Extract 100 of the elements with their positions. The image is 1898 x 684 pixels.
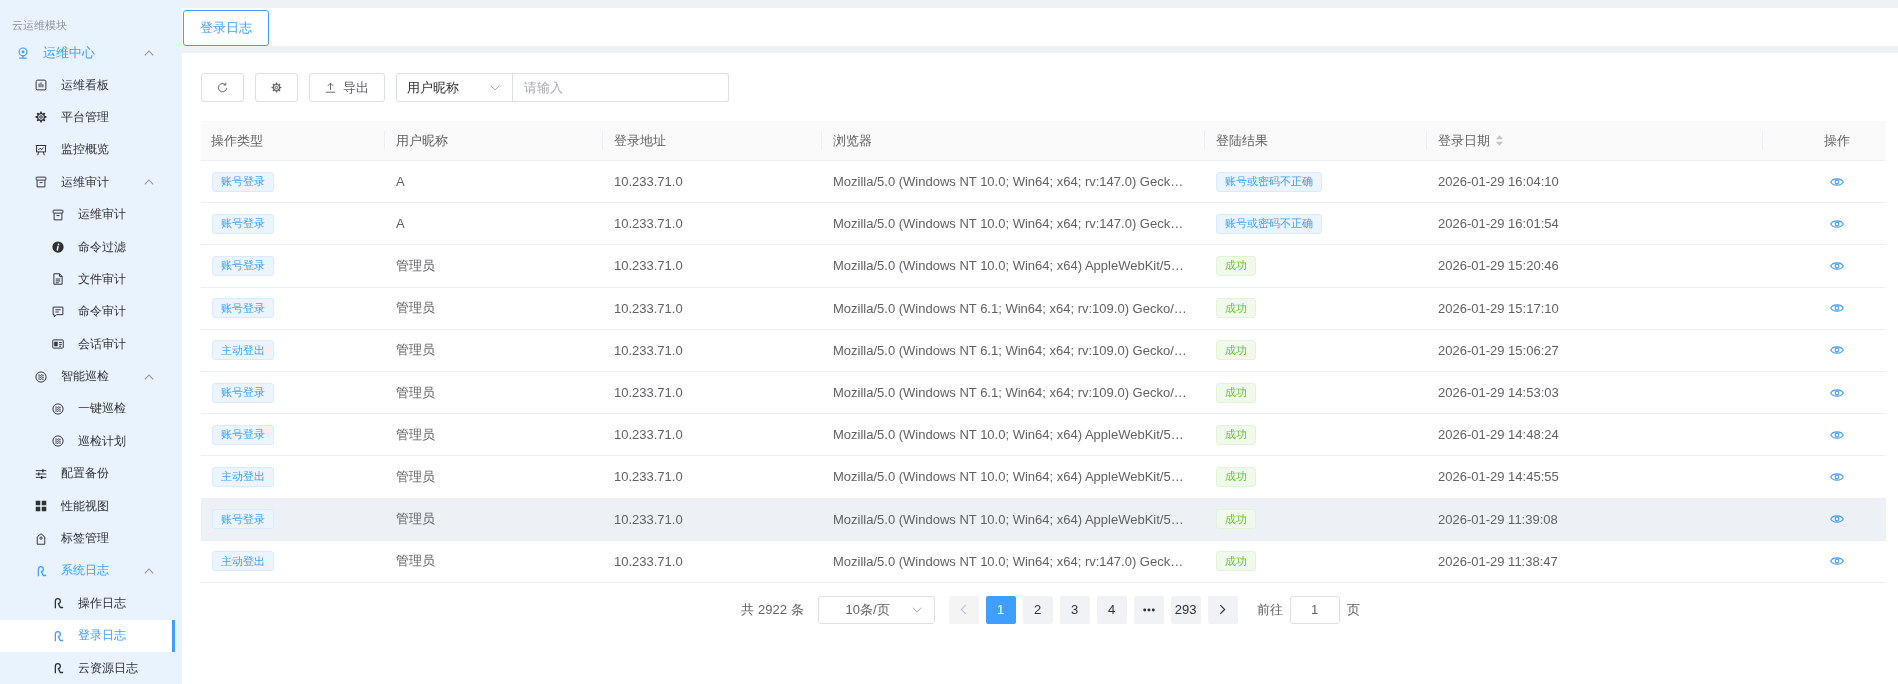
upload-icon — [325, 82, 336, 93]
table-cell-text: A — [395, 173, 406, 192]
table-cell-text: 2026-01-29 16:01:54 — [1437, 215, 1560, 234]
table-cell-text: Mozilla/5.0 (Windows NT 6.1; Win64; x64; rv:109.0) Gecko/… — [832, 384, 1188, 403]
jump-label: 前往 — [1256, 600, 1283, 619]
table-cell-text: 10.233.71.0 — [613, 215, 684, 234]
wave-circle-icon — [35, 370, 47, 383]
more-icon — [1142, 607, 1155, 612]
menu-item[interactable]: 监控概览 — [0, 133, 175, 167]
table-cell-text: Mozilla/5.0 (Windows NT 10.0; Win64; x64; rv:147.0) Geck… — [832, 215, 1185, 234]
eye-icon[interactable] — [1830, 556, 1844, 567]
page-suffix: 页 — [1346, 600, 1360, 619]
hook-icon — [35, 564, 47, 577]
result-tag: 成功 — [1216, 298, 1256, 319]
menu-item[interactable]: 一键巡检 — [0, 392, 175, 426]
tag-icon — [35, 532, 47, 545]
eye-icon[interactable] — [1830, 471, 1844, 482]
page-button[interactable]: 4 — [1096, 595, 1127, 624]
eye-icon[interactable] — [1830, 387, 1844, 398]
table-cell-text: Mozilla/5.0 (Windows NT 10.0; Win64; x64) AppleWebKit/5… — [832, 257, 1185, 276]
refresh-button[interactable] — [201, 73, 244, 102]
menu-item[interactable]: 文件审计 — [0, 263, 175, 296]
menu-item[interactable]: 命令过滤 — [0, 230, 175, 264]
column-header: 用户昵称 — [384, 121, 602, 160]
table-cell-text: 2026-01-29 14:45:55 — [1437, 468, 1560, 487]
menu-item[interactable]: 智能巡检 — [0, 360, 175, 393]
next-page-button[interactable] — [1207, 595, 1238, 624]
hook-icon — [52, 629, 64, 642]
search-field[interactable]: 请输入 — [513, 73, 729, 102]
type-tag: 主动登出 — [212, 340, 274, 361]
menu-item[interactable]: 性能视图 — [0, 489, 175, 523]
result-tag: 账号或密码不正确 — [1216, 171, 1322, 192]
menu-item[interactable]: 会话审计 — [0, 328, 175, 361]
table-cell-text: 10.233.71.0 — [613, 468, 684, 487]
presentation-chart-icon — [35, 143, 47, 156]
webcam-icon — [17, 46, 29, 59]
menu-item[interactable]: 命令审计 — [0, 295, 175, 328]
page-size-select[interactable]: 10条/页 — [817, 595, 935, 624]
menu-item[interactable]: 运维审计 — [0, 166, 175, 199]
table-cell-text: 10.233.71.0 — [613, 299, 684, 318]
table-cell-text: 2026-01-29 14:48:24 — [1437, 426, 1560, 445]
table-cell-text: Mozilla/5.0 (Windows NT 10.0; Win64; x64) AppleWebKit/5… — [832, 468, 1185, 487]
table-cell-text: 2026-01-29 15:06:27 — [1437, 341, 1560, 360]
result-tag: 成功 — [1216, 551, 1256, 572]
menu-item[interactable]: 配置备份 — [0, 457, 175, 490]
menu-item[interactable]: 运维看板 — [0, 68, 175, 102]
table-cell-text: 2026-01-29 11:39:08 — [1437, 510, 1559, 529]
table-cell-text: 管理员 — [395, 510, 436, 529]
dashboard-icon — [35, 79, 47, 92]
result-tag: 成功 — [1216, 509, 1256, 530]
table-cell-text: Mozilla/5.0 (Windows NT 10.0; Win64; x64) AppleWebKit/5… — [832, 426, 1185, 445]
page-button[interactable]: 2 — [1022, 595, 1053, 624]
table-cell-text: Mozilla/5.0 (Windows NT 10.0; Win64; x64) AppleWebKit/5… — [832, 510, 1185, 529]
archive-box-icon — [52, 208, 64, 221]
table-cell-text: 10.233.71.0 — [613, 426, 684, 445]
table-cell-text: 管理员 — [395, 299, 436, 318]
wave-circle-icon — [52, 403, 64, 415]
eye-icon[interactable] — [1830, 345, 1844, 356]
chevron-left-icon — [960, 604, 968, 616]
sliders-icon — [35, 467, 47, 480]
column-header[interactable]: 登录日期 — [1426, 121, 1762, 160]
menu-item[interactable]: 巡检计划 — [0, 425, 175, 458]
type-tag: 账号登录 — [212, 171, 274, 192]
table-cell-text: Mozilla/5.0 (Windows NT 6.1; Win64; x64; rv:109.0) Gecko/… — [832, 341, 1188, 360]
column-header: 操作 — [1762, 121, 1886, 160]
chevron-down-icon — [911, 606, 922, 613]
table-cell-text: 2026-01-29 14:53:03 — [1437, 384, 1560, 403]
page-input[interactable]: 1 — [1289, 595, 1340, 624]
eye-icon[interactable] — [1830, 514, 1844, 525]
table-cell-text: 10.233.71.0 — [613, 341, 684, 360]
id-card-icon — [52, 338, 64, 351]
eye-icon[interactable] — [1830, 429, 1844, 440]
result-tag: 账号或密码不正确 — [1216, 213, 1322, 234]
table-cell-text: 10.233.71.0 — [613, 510, 684, 529]
eye-icon[interactable] — [1830, 260, 1844, 271]
menu-item[interactable]: 标签管理 — [0, 522, 175, 555]
type-tag: 账号登录 — [212, 382, 274, 403]
page-button[interactable]: 293 — [1170, 595, 1201, 624]
result-tag: 成功 — [1216, 424, 1256, 445]
eye-icon[interactable] — [1830, 176, 1844, 187]
type-tag: 账号登录 — [212, 509, 274, 530]
menu-item[interactable]: 平台管理 — [0, 101, 175, 134]
hook-icon — [52, 662, 64, 675]
type-tag: 账号登录 — [212, 424, 274, 445]
column-header: 登陆结果 — [1204, 121, 1426, 160]
export-button[interactable]: 导出 — [309, 73, 385, 102]
eye-icon[interactable] — [1830, 218, 1844, 229]
table-cell-text: 管理员 — [395, 552, 436, 571]
settings-button[interactable] — [255, 73, 298, 102]
column-header: 操作类型 — [210, 131, 264, 150]
menu-item[interactable]: 运维审计 — [0, 198, 175, 231]
more-pages-button[interactable] — [1133, 595, 1164, 624]
table-cell-text: 管理员 — [395, 425, 436, 444]
field-select[interactable]: 用户昵称 — [396, 73, 513, 102]
table-cell-text: A — [395, 215, 406, 234]
menu-item[interactable]: 操作日志 — [0, 587, 175, 620]
page-button[interactable]: 3 — [1059, 595, 1090, 624]
result-tag: 成功 — [1216, 340, 1256, 361]
menu-item[interactable]: 云资源日志 — [0, 651, 175, 684]
eye-icon[interactable] — [1830, 303, 1844, 314]
